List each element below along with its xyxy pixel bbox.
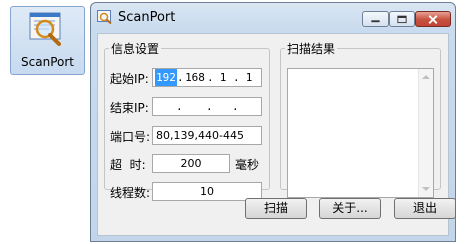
ip-dot: .	[206, 100, 213, 113]
port-input[interactable]: 80,139,440-445	[152, 126, 262, 145]
scan-results-list[interactable]	[287, 68, 434, 198]
scan-results-legend: 扫描结果	[287, 42, 336, 56]
start-ip-octet-1[interactable]: 192	[155, 69, 177, 86]
results-scrollbar[interactable]	[418, 69, 433, 197]
scan-button[interactable]: 扫描	[245, 198, 307, 219]
scanport-desktop-shortcut[interactable]: ScanPort	[10, 6, 85, 75]
dialog-client-area: 信息设置 起始IP: 192 . 168 . 1 . 1 结束IP: . . .…	[97, 33, 456, 236]
scanport-window: ScanPort 信息设置 起始IP: 192 . 168 . 1 . 1 结束…	[90, 2, 456, 242]
scanport-app-icon	[29, 12, 61, 46]
desktop: ScanPort ScanPort 信息设置 起始IP: 192 . 168 .…	[0, 0, 466, 244]
minimize-icon	[371, 20, 380, 23]
ip-dot: .	[176, 100, 183, 113]
minimize-button[interactable]	[362, 11, 389, 27]
start-ip-octet-4[interactable]: 1	[239, 69, 259, 86]
start-ip-octet-2[interactable]: 168	[183, 69, 207, 86]
scroll-down-icon[interactable]	[422, 187, 430, 191]
threads-label: 线程数:	[110, 186, 151, 200]
timeout-input[interactable]: 200	[152, 154, 230, 173]
maximize-icon	[397, 15, 407, 24]
start-ip-input[interactable]: 192 . 168 . 1 . 1	[152, 68, 262, 87]
desktop-icon-label: ScanPort	[21, 55, 74, 69]
about-button[interactable]: 关于...	[319, 198, 381, 219]
close-button[interactable]	[415, 11, 451, 27]
end-ip-input[interactable]: . . .	[152, 97, 262, 116]
maximize-button[interactable]	[389, 11, 415, 27]
exit-button[interactable]: 退出	[394, 198, 456, 219]
port-label: 端口号:	[110, 130, 151, 144]
start-ip-label: 起始IP:	[110, 72, 149, 86]
close-icon	[428, 15, 438, 24]
end-ip-label: 结束IP:	[110, 101, 149, 115]
start-ip-octet-3[interactable]: 1	[213, 69, 233, 86]
title-bar[interactable]: ScanPort	[91, 3, 455, 31]
window-app-icon	[97, 10, 112, 24]
ip-dot: .	[232, 100, 239, 113]
timeout-unit-label: 毫秒	[235, 158, 260, 172]
timeout-label: 超 时:	[110, 158, 146, 172]
info-settings-group: 信息设置 起始IP: 192 . 168 . 1 . 1 结束IP: . . .…	[104, 40, 270, 201]
info-settings-legend: 信息设置	[111, 42, 160, 56]
scroll-up-icon[interactable]	[422, 75, 430, 79]
scan-results-group: 扫描结果	[280, 40, 441, 198]
window-title: ScanPort	[118, 10, 176, 25]
